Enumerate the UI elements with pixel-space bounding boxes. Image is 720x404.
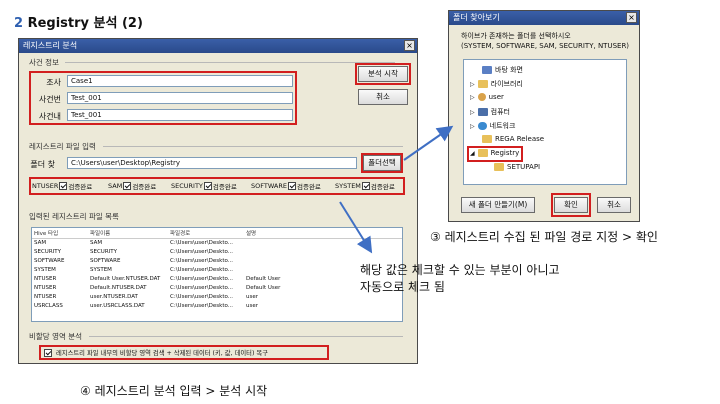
step3-caption: ③ 레지스트리 수집 된 파일 경로 지정 > 확인 (430, 230, 658, 244)
step4-caption: ④ 레지스트리 분석 입력 > 분석 시작 (80, 384, 268, 398)
annotation-arrows (339, 125, 454, 254)
arrow-to-dialog (403, 125, 454, 161)
auto-check-note: 해당 값은 체크할 수 있는 부분이 아니고 자동으로 체크 됨 (360, 263, 560, 294)
arrow-to-note (339, 201, 373, 254)
